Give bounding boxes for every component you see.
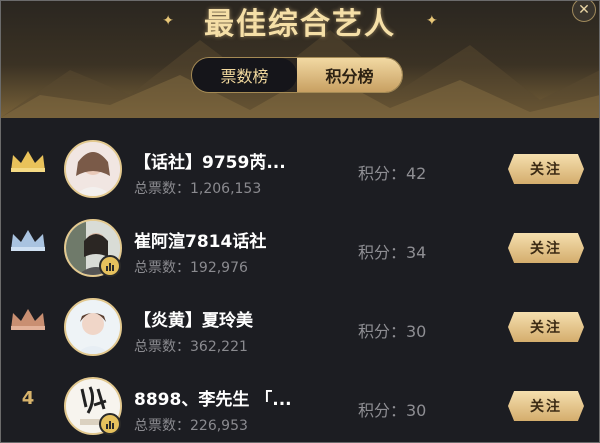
artist-name[interactable]: 崔阿渲7814话社: [134, 227, 266, 252]
follow-button[interactable]: 关注: [508, 154, 584, 184]
bar-chart-badge-icon: [99, 255, 121, 277]
bar-chart-badge-icon: [99, 413, 121, 435]
total-votes: 总票数：226,953: [134, 418, 248, 434]
bronze-crown-icon: [8, 306, 48, 332]
tab-points-ranking[interactable]: 积分榜: [297, 58, 402, 92]
follow-button[interactable]: 关注: [508, 391, 584, 421]
total-votes: 总票数：192,976: [134, 260, 248, 276]
total-votes: 总票数：362,221: [134, 339, 248, 355]
points: 积分：30: [358, 322, 427, 341]
page-title: 最佳综合艺人: [204, 7, 396, 42]
title-row: ✦ 最佳综合艺人 ✦: [0, 0, 600, 42]
points: 积分：30: [358, 401, 427, 420]
ranking-row: 【炎黄】夏玲美 总票数：362,221 积分：30 关注: [0, 276, 600, 356]
follow-button[interactable]: 关注: [508, 233, 584, 263]
follow-button[interactable]: 关注: [508, 312, 584, 342]
ranking-row: 4 8898、李先生 「... 总票数：226,953 积分：30 关注: [0, 355, 600, 435]
ranking-row: 崔阿渲7814话社 总票数：192,976 积分：34 关注: [0, 197, 600, 277]
total-votes: 总票数：1,206,153: [134, 181, 262, 197]
points: 积分：42: [358, 164, 427, 183]
points: 积分：34: [358, 243, 427, 262]
silver-crown-icon: [8, 227, 48, 253]
tab-votes-ranking[interactable]: 票数榜: [192, 58, 297, 92]
artist-name[interactable]: 【话社】9759芮...: [134, 148, 286, 173]
avatar[interactable]: [64, 140, 122, 198]
artist-name[interactable]: 8898、李先生 「...: [134, 385, 292, 410]
ranking-tabs: 票数榜 积分榜: [191, 57, 403, 93]
ranking-row: 【话社】9759芮... 总票数：1,206,153 积分：42 关注: [0, 118, 600, 198]
sparkle-right-icon: ✦: [426, 13, 438, 29]
rank-number: 4: [21, 387, 35, 409]
avatar[interactable]: [64, 298, 122, 356]
header-banner: ✦ 最佳综合艺人 ✦ ✕ 票数榜 积分榜: [0, 0, 600, 118]
gold-crown-icon: [8, 148, 48, 174]
sparkle-left-icon: ✦: [162, 13, 174, 29]
artist-name[interactable]: 【炎黄】夏玲美: [134, 306, 253, 331]
